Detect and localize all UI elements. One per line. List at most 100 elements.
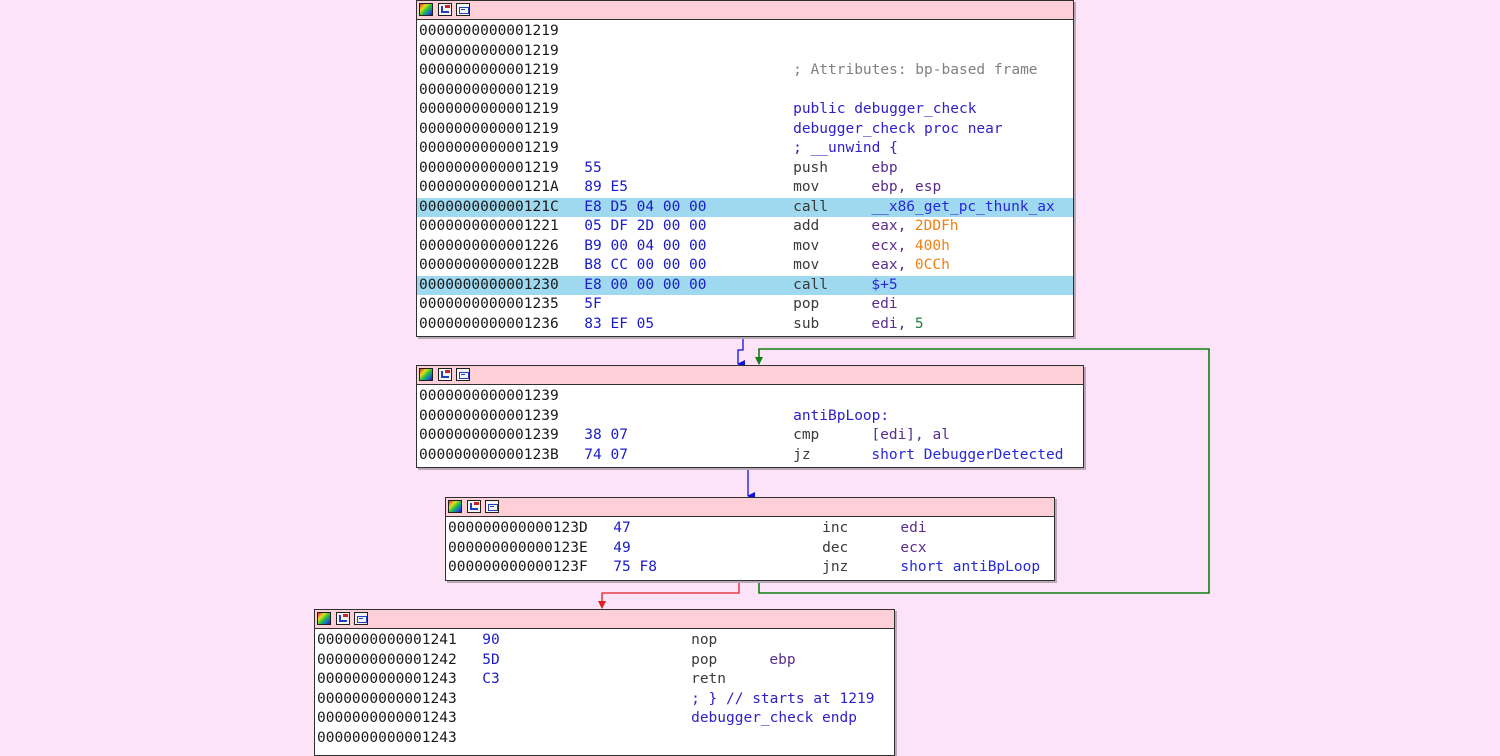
node-title-bar[interactable] (315, 610, 894, 629)
group-nodes-icon[interactable] (354, 612, 368, 625)
operand[interactable]: short DebuggerDetected (871, 446, 1063, 466)
address: 0000000000001219 (419, 81, 559, 98)
operand: edi (871, 296, 898, 312)
node-title-bar[interactable] (417, 366, 1083, 385)
address: 000000000000122B (419, 257, 559, 273)
disasm-line[interactable]: 0000000000001221 05 DF 2D 00 00 add eax, 2D… (417, 217, 1073, 237)
label[interactable]: antiBpLoop: (793, 407, 889, 427)
operand: ecx, (871, 237, 916, 254)
mnemonic: jnz (822, 559, 849, 575)
disasm-line[interactable]: 0000000000001243 ; } // starts at 1219 (315, 690, 894, 710)
disasm-line[interactable]: 0000000000001243 (315, 729, 894, 749)
node-disassembly: 0000000000001241 90 nop 0000000000001242 5D p… (315, 629, 894, 748)
operand: ecx (900, 539, 927, 556)
group-nodes-icon[interactable] (485, 500, 499, 513)
mnemonic: nop (691, 632, 718, 648)
opcode-bytes: 75 F8 (613, 559, 657, 575)
disasm-line[interactable]: 0000000000001219 (417, 42, 1073, 62)
address: 000000000000123B (419, 446, 559, 463)
address: 0000000000001239 (419, 427, 559, 443)
label[interactable]: debugger_check endp (691, 709, 857, 729)
opcode-bytes: B9 00 04 00 00 (584, 237, 707, 254)
address: 0000000000001239 (419, 388, 559, 404)
disasm-line[interactable]: 0000000000001243 debugger_check endp (315, 709, 894, 729)
disasm-line[interactable]: 000000000000123F 75 F8 jnz short antiBpLoop (446, 558, 1054, 578)
mnemonic: call (793, 276, 829, 293)
disasm-line-highlighted[interactable]: 0000000000001230 E8 00 00 00 00 call $+5 (417, 275, 1073, 296)
disasm-line[interactable]: 0000000000001236 83 EF 05 sub edi, 5 (417, 315, 1073, 335)
address: 0000000000001219 (419, 42, 559, 59)
disasm-line[interactable]: 0000000000001219 debugger_check proc near (417, 120, 1073, 140)
label[interactable]: public debugger_check (793, 100, 976, 120)
address: 0000000000001230 (419, 276, 559, 293)
mnemonic: pop (793, 296, 820, 312)
disasm-line[interactable]: 0000000000001226 B9 00 04 00 00 mov ecx, 40… (417, 237, 1073, 257)
graph-overview-icon[interactable] (438, 3, 452, 16)
disasm-line[interactable]: 000000000000121A 89 E5 mov ebp, esp (417, 178, 1073, 198)
address: 0000000000001219 (419, 120, 559, 137)
basic-block-1219[interactable]: 0000000000001219 0000000000001219 00000000… (416, 0, 1074, 337)
node-title-bar[interactable] (446, 498, 1054, 517)
opcode-bytes: 55 (584, 159, 602, 176)
operand[interactable]: $+5 (871, 276, 897, 296)
color-palette-icon[interactable] (419, 3, 433, 16)
basic-block-1241[interactable]: 0000000000001241 90 nop 0000000000001242 5D p… (314, 609, 895, 756)
disasm-line[interactable]: 0000000000001239 (417, 387, 1083, 407)
disasm-line-highlighted[interactable]: 000000000000121C E8 D5 04 00 00 call __x86_… (417, 197, 1073, 218)
disasm-line[interactable]: 0000000000001219 ; Attributes: bp-based f… (417, 61, 1073, 81)
label[interactable]: ; } // starts at 1219 (691, 690, 874, 710)
disasm-line[interactable]: 0000000000001219 55 push ebp (417, 159, 1073, 179)
operand: 2DDFh (914, 218, 959, 234)
node-title-bar[interactable] (417, 1, 1073, 20)
disasm-line[interactable]: 0000000000001219 public debugger_check (417, 100, 1073, 120)
operand: [edi], al (871, 427, 950, 443)
address: 0000000000001242 (317, 651, 457, 668)
basic-block-1239-antibploop[interactable]: 0000000000001239 0000000000001239 antiBpLo… (416, 365, 1084, 468)
group-nodes-icon[interactable] (456, 368, 470, 381)
operand: ebp, esp (871, 179, 942, 195)
graph-overview-icon[interactable] (336, 612, 350, 625)
address: 0000000000001221 (419, 218, 559, 234)
address: 000000000000121A (419, 179, 559, 195)
address: 0000000000001241 (317, 632, 457, 648)
opcode-bytes: 89 E5 (584, 179, 628, 195)
disasm-line[interactable]: 0000000000001235 5F pop edi (417, 295, 1073, 315)
group-nodes-icon[interactable] (456, 3, 470, 16)
mnemonic: retn (691, 671, 727, 687)
label[interactable]: debugger_check proc near (793, 120, 1003, 140)
mnemonic: mov (793, 257, 820, 273)
graph-overview-icon[interactable] (467, 500, 481, 513)
disasm-line[interactable]: 0000000000001219 (417, 22, 1073, 42)
mnemonic: add (793, 218, 820, 234)
address: 0000000000001219 (419, 140, 559, 156)
operand[interactable]: __x86_get_pc_thunk_ax (871, 198, 1054, 218)
disasm-line[interactable]: 0000000000001219 (417, 81, 1073, 101)
color-palette-icon[interactable] (317, 612, 331, 625)
disasm-line[interactable]: 0000000000001241 90 nop (315, 631, 894, 651)
basic-block-123d[interactable]: 000000000000123D 47 inc edi 000000000000123E… (445, 497, 1055, 581)
disasm-line[interactable]: 000000000000123D 47 inc edi (446, 519, 1054, 539)
address: 0000000000001219 (419, 62, 559, 78)
mnemonic: mov (793, 179, 820, 195)
opcode-bytes: 74 07 (584, 446, 628, 463)
edge-exit-to-1241 (598, 580, 740, 609)
operand: edi, (871, 315, 916, 332)
node-disassembly: 000000000000123D 47 inc edi 000000000000123E… (446, 517, 1054, 578)
color-palette-icon[interactable] (448, 500, 462, 513)
disasm-line[interactable]: 0000000000001243 C3 retn (315, 670, 894, 690)
disasm-line[interactable]: 0000000000001242 5D pop ebp (315, 651, 894, 671)
disasm-line[interactable]: 000000000000123E 49 dec ecx (446, 539, 1054, 559)
mnemonic: sub (793, 315, 820, 332)
label[interactable]: ; __unwind { (793, 139, 898, 159)
disasm-line[interactable]: 000000000000123B 74 07 jz short DebuggerDet… (417, 446, 1083, 466)
disasm-line[interactable]: 0000000000001219 ; __unwind { (417, 139, 1073, 159)
disasm-line[interactable]: 0000000000001239 antiBpLoop: (417, 407, 1083, 427)
graph-overview-icon[interactable] (438, 368, 452, 381)
mnemonic: pop (691, 651, 718, 668)
disasm-line[interactable]: 0000000000001239 38 07 cmp [edi], al (417, 426, 1083, 446)
operand[interactable]: short antiBpLoop (900, 558, 1040, 578)
color-palette-icon[interactable] (419, 368, 433, 381)
disasm-line[interactable]: 000000000000122B B8 CC 00 00 00 mov eax, 0C… (417, 256, 1073, 276)
address: 0000000000001243 (317, 710, 457, 726)
address: 0000000000001243 (317, 729, 457, 746)
